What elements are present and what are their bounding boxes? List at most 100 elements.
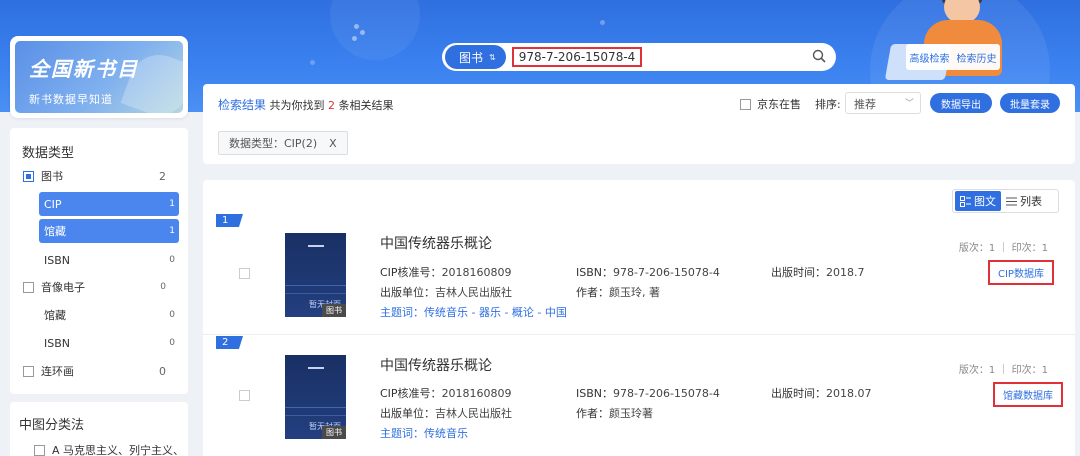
classification-panel: 中图分类法 A 马克思主义、列宁主义、	[10, 402, 188, 456]
result-index-badge: 1	[216, 214, 243, 227]
divider	[203, 334, 1075, 335]
banner-decoration	[330, 0, 420, 60]
results-suffix: 条相关结果	[338, 99, 394, 112]
grid-view-button[interactable]: 图文	[955, 191, 1001, 211]
swap-arrows-icon: ⇅	[489, 52, 496, 62]
search-type-selector[interactable]: 图书 ⇅	[445, 45, 506, 69]
brand-subtitle: 新书数据早知道	[29, 93, 113, 106]
filter-count: 0	[169, 310, 175, 320]
result-checkbox[interactable]	[239, 390, 250, 401]
results-summary: 检索结果 共为你找到 2 条相关结果	[218, 96, 394, 113]
checkbox[interactable]	[23, 170, 34, 182]
results-list: 图文 列表 1 暂无封面 图书 中国传统器乐概论 CIP核准号：20181608…	[203, 180, 1075, 456]
book-cover[interactable]: 暂无封面 图书	[285, 355, 346, 439]
export-button[interactable]: 数据导出	[930, 93, 992, 113]
filter-audio-video[interactable]: 音像电子 0	[10, 275, 188, 299]
author: 作者：颜玉玲, 著	[576, 286, 660, 299]
banner-dot	[310, 60, 315, 65]
list-view-label: 列表	[1020, 195, 1042, 208]
publisher: 出版单位：吉林人民出版社	[380, 407, 512, 420]
filter-count: 1	[169, 226, 175, 236]
cover-type-tag: 图书	[322, 304, 346, 317]
filter-book-collection[interactable]: 馆藏 1	[39, 219, 179, 243]
filter-label: 图书	[41, 170, 63, 183]
subject-terms[interactable]: 主题词：传统音乐 - 器乐 - 概论 - 中国	[380, 304, 567, 320]
checkbox[interactable]	[23, 281, 34, 293]
filter-count: 0	[159, 364, 166, 378]
list-view-icon	[1006, 197, 1017, 205]
banner-dot	[360, 30, 365, 35]
checkbox[interactable]	[740, 98, 751, 110]
subject-terms[interactable]: 主题词：传统音乐	[380, 425, 468, 441]
search-history-link[interactable]: 检索历史	[957, 50, 997, 65]
filter-book-cip[interactable]: CIP 1	[39, 192, 179, 216]
isbn: ISBN：978-7-206-15078-4	[576, 387, 720, 400]
publish-date: 出版时间：2018.07	[771, 387, 872, 400]
active-filter-chip: 数据类型：CIP(2) X	[218, 131, 348, 155]
result-title[interactable]: 中国传统器乐概论	[380, 233, 492, 253]
filter-count: 1	[169, 199, 175, 209]
filter-count: 0	[169, 255, 175, 265]
cip-number: CIP核准号：2018160809	[380, 387, 512, 400]
result-title[interactable]: 中国传统器乐概论	[380, 355, 492, 375]
chevron-down-icon: ﹀	[904, 99, 914, 109]
filter-book[interactable]: 图书 2	[10, 164, 188, 188]
result-index-badge: 2	[216, 336, 243, 349]
classification-heading: 中图分类法	[19, 418, 85, 433]
checkbox[interactable]	[34, 444, 45, 456]
filter-label: 连环画	[41, 365, 74, 378]
advanced-search-link[interactable]: 高级检索	[910, 50, 950, 65]
data-type-heading: 数据类型	[22, 146, 75, 161]
filter-label: ISBN	[44, 253, 71, 267]
jd-filter[interactable]: 京东在售	[740, 96, 801, 112]
banner-dot	[354, 24, 359, 29]
search-icon[interactable]	[812, 49, 826, 63]
filter-comic[interactable]: 连环画 0	[10, 359, 188, 383]
filter-label: 馆藏	[44, 309, 66, 322]
publish-date: 出版时间：2018.7	[771, 266, 865, 279]
result-checkbox[interactable]	[239, 268, 250, 279]
data-type-filter-panel: 数据类型 图书 2 CIP 1 馆藏 1 ISBN 0 音像电子 0 馆藏 0 …	[10, 128, 188, 394]
cip-number: CIP核准号：2018160809	[380, 266, 512, 279]
filter-label: 音像电子	[41, 281, 85, 294]
brand-card[interactable]: 全国新书目 新书数据早知道	[10, 36, 188, 118]
isbn: ISBN：978-7-206-15078-4	[576, 266, 720, 279]
filter-label: ISBN	[44, 336, 71, 350]
filter-av-collection[interactable]: 馆藏 0	[39, 303, 179, 327]
checkbox[interactable]	[23, 365, 34, 377]
jd-label: 京东在售	[757, 98, 801, 111]
grid-view-label: 图文	[974, 195, 996, 208]
filter-label: CIP	[44, 197, 62, 211]
close-icon[interactable]: X	[329, 137, 337, 150]
cip-database-button[interactable]: CIP数据库	[988, 260, 1054, 285]
edition-info: 版次：1 ｜ 印次：1	[958, 243, 1048, 254]
cover-type-tag: 图书	[322, 426, 346, 439]
list-view-button[interactable]: 列表	[1001, 191, 1047, 211]
book-cover[interactable]: 暂无封面 图书	[285, 233, 346, 317]
results-title: 检索结果	[218, 98, 267, 112]
search-input[interactable]: 978-7-206-15078-4	[511, 47, 643, 67]
results-header: 检索结果 共为你找到 2 条相关结果 京东在售 排序: 推荐 ﹀ 数据导出 批量…	[203, 84, 1075, 164]
banner-dot	[352, 36, 357, 41]
filter-chip-label: 数据类型：CIP(2)	[229, 137, 318, 150]
batch-import-button[interactable]: 批量套录	[1000, 93, 1060, 113]
banner-dot	[600, 20, 605, 25]
grid-view-icon	[960, 195, 971, 207]
brand-logo-text: 全国新书目	[29, 57, 139, 81]
sort-select[interactable]: 推荐 ﹀	[845, 92, 921, 114]
filter-count: 2	[159, 169, 166, 183]
filter-count: 0	[160, 282, 166, 292]
filter-av-isbn[interactable]: ISBN 0	[39, 331, 179, 355]
sort-label: 排序:	[815, 98, 841, 111]
collection-database-button[interactable]: 馆藏数据库	[993, 382, 1063, 407]
top-links: 高级检索 检索历史	[906, 44, 1000, 70]
search-type-label: 图书	[459, 50, 484, 65]
search-bar: 图书 ⇅ 978-7-206-15078-4	[442, 43, 836, 71]
results-prefix: 共为你找到	[269, 99, 325, 112]
filter-label: 馆藏	[44, 225, 66, 238]
sort-value: 推荐	[854, 98, 876, 111]
filter-book-isbn[interactable]: ISBN 0	[39, 248, 179, 272]
results-count: 2	[328, 99, 336, 112]
publisher: 出版单位：吉林人民出版社	[380, 286, 512, 299]
classification-label: A 马克思主义、列宁主义、	[52, 444, 185, 456]
